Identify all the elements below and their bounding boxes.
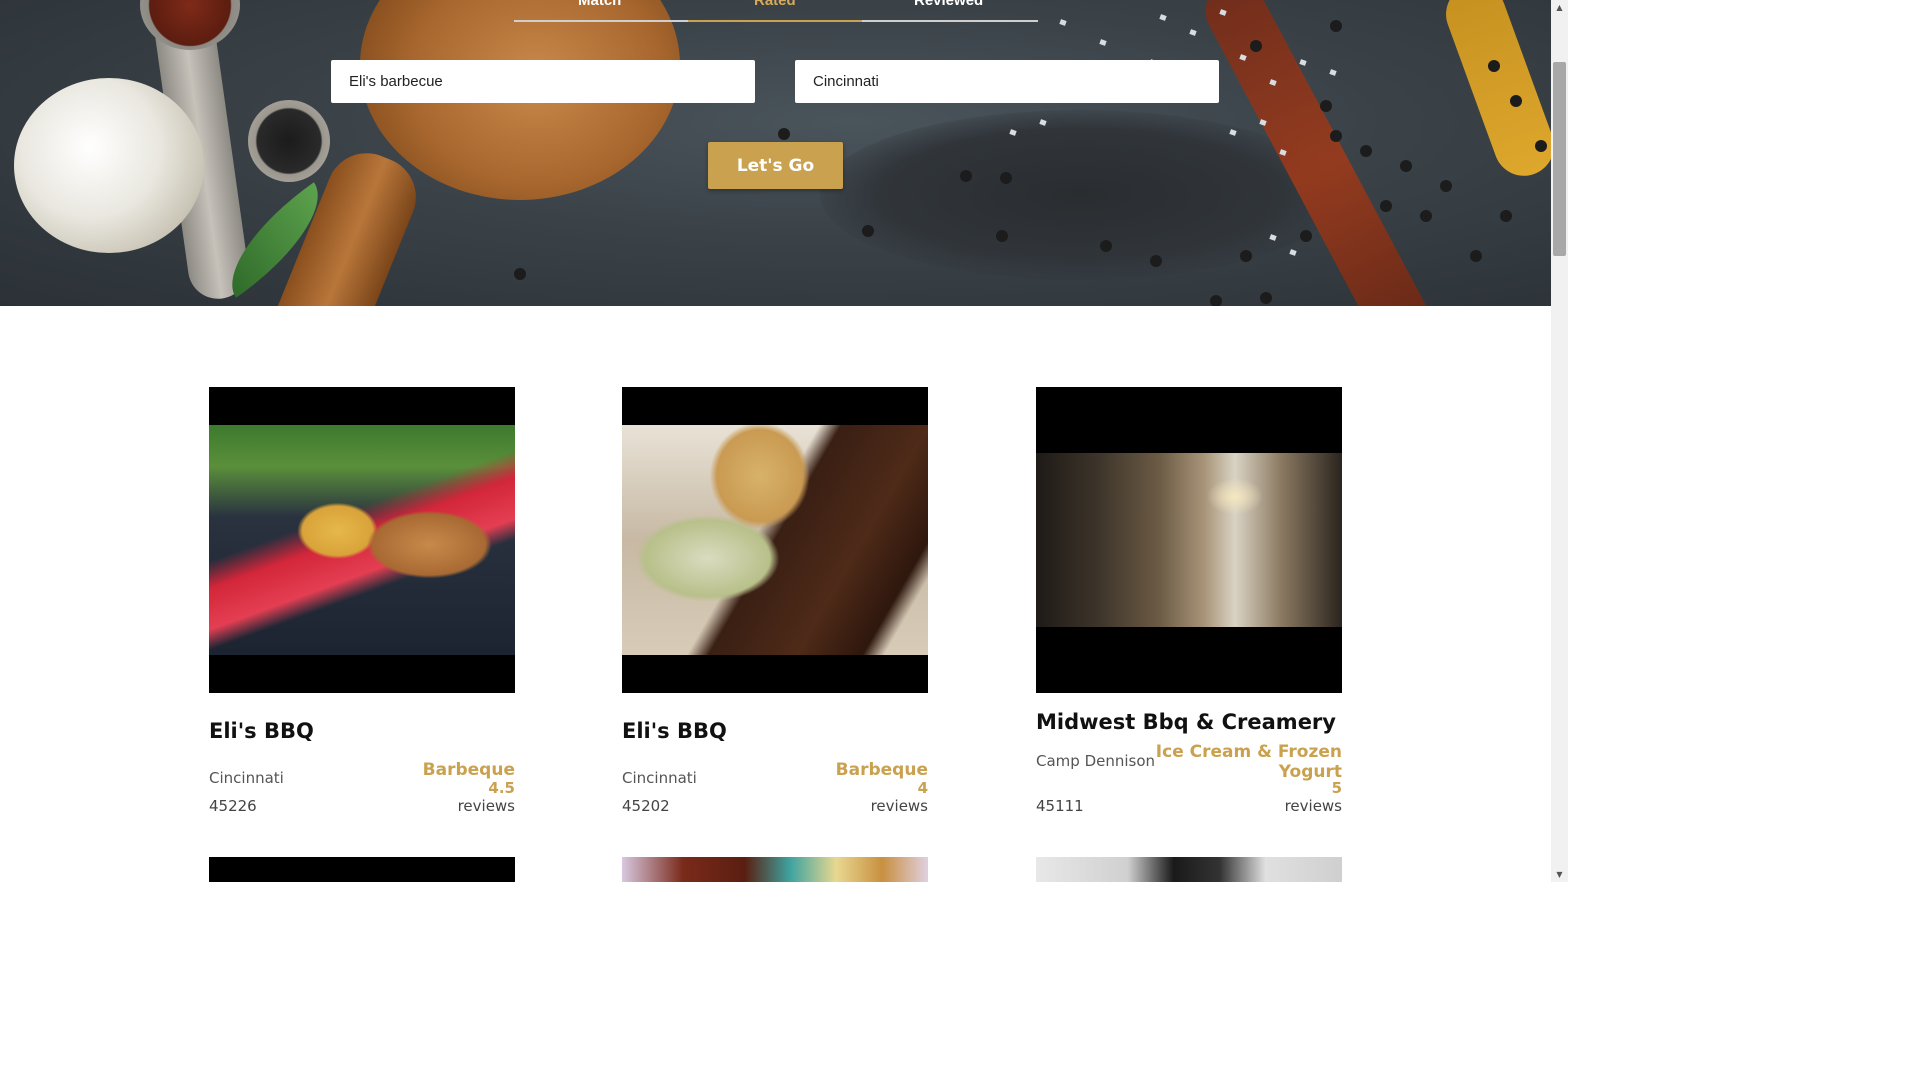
peppercorn: [1330, 130, 1342, 142]
tab-bar: Match Rated Reviewed: [514, 0, 1038, 22]
slate-texture: [820, 110, 1340, 280]
result-photo[interactable]: [1036, 387, 1342, 693]
peppercorn: [1470, 250, 1482, 262]
result-reviews-label: reviews: [870, 797, 928, 815]
result-review-count: 5: [1331, 779, 1342, 797]
peppercorn: [862, 225, 874, 237]
peppercorn: [1150, 255, 1162, 267]
result-card[interactable]: Eli's BBQ Cincinnati 45202 Barbeque 4 re…: [622, 387, 928, 815]
result-name[interactable]: Midwest Bbq & Creamery: [1036, 710, 1336, 734]
salt-flake: [1099, 39, 1107, 46]
peppercorn: [1500, 210, 1512, 222]
peppercorn: [1380, 200, 1392, 212]
result-reviews-label: reviews: [457, 797, 515, 815]
result-photo[interactable]: [622, 387, 928, 693]
salt-flake: [1329, 69, 1337, 76]
result-card[interactable]: [1036, 857, 1342, 882]
food-image: [1036, 857, 1342, 882]
salt-flake: [1189, 29, 1197, 36]
garlic-bulb: [14, 78, 204, 253]
salt-flake: [1289, 249, 1297, 256]
peppercorn: [1400, 160, 1412, 172]
result-photo[interactable]: [209, 387, 515, 693]
scroll-down-arrow-icon[interactable]: ▼: [1551, 867, 1568, 882]
hero-banner: Match Rated Reviewed Let's Go: [0, 0, 1551, 306]
turmeric-stripe: [1437, 0, 1551, 185]
result-review-count: 4: [917, 779, 928, 797]
search-location-input[interactable]: [795, 60, 1219, 103]
peppercorn: [1488, 60, 1500, 72]
search-term-input[interactable]: [331, 60, 755, 103]
result-zip: 45202: [622, 797, 670, 815]
peppercorn: [1100, 240, 1112, 252]
result-category: Ice Cream & Frozen Yogurt: [1155, 742, 1342, 782]
result-review-count: 4.5: [488, 779, 515, 797]
peppercorn: [1210, 295, 1222, 306]
result-card[interactable]: Eli's BBQ Cincinnati 45226 Barbeque 4.5 …: [209, 387, 515, 815]
peppercorn: [1320, 100, 1332, 112]
peppercorn: [996, 230, 1008, 242]
result-name[interactable]: Eli's BBQ: [622, 719, 727, 743]
peppercorn: [1300, 230, 1312, 242]
result-card[interactable]: Midwest Bbq & Creamery Camp Dennison 451…: [1036, 387, 1342, 815]
tab-rated[interactable]: Rated: [754, 0, 796, 9]
peppercorn: [1250, 40, 1262, 52]
peppercorn: [1440, 180, 1452, 192]
peppercorn: [1360, 145, 1372, 157]
peppercorn-spoon: [248, 100, 330, 182]
salt-flake: [1299, 59, 1307, 66]
tab-reviewed[interactable]: Reviewed: [914, 0, 983, 9]
tab-match[interactable]: Match: [578, 0, 621, 9]
page-scrollbar[interactable]: ▲ ▼: [1551, 0, 1568, 882]
peppercorn: [1000, 172, 1012, 184]
result-card[interactable]: [209, 857, 515, 882]
result-zip: 45226: [209, 797, 257, 815]
salt-flake: [1059, 19, 1067, 26]
active-tab-indicator: [688, 20, 862, 22]
measuring-spoon-cup: [140, 0, 240, 50]
peppercorn: [960, 170, 972, 182]
result-reviews-label: reviews: [1284, 797, 1342, 815]
bbq-platter-image: [622, 425, 928, 655]
result-photo[interactable]: [1036, 857, 1342, 882]
salt-flake: [1159, 14, 1167, 21]
ribs-image: [622, 857, 928, 882]
peppercorn: [1240, 250, 1252, 262]
result-card[interactable]: [622, 857, 928, 882]
result-category: Barbeque: [835, 760, 928, 780]
result-name[interactable]: Eli's BBQ: [209, 719, 314, 743]
peppercorn: [1420, 210, 1432, 222]
lets-go-button[interactable]: Let's Go: [708, 142, 843, 189]
peppercorn: [514, 268, 526, 280]
result-photo[interactable]: [209, 857, 515, 882]
scroll-thumb[interactable]: [1553, 62, 1566, 256]
peppercorn: [1260, 292, 1272, 304]
peppercorn: [1535, 140, 1547, 152]
scroll-up-arrow-icon[interactable]: ▲: [1551, 0, 1568, 15]
peppercorn: [1510, 95, 1522, 107]
restaurant-interior-image: [1036, 453, 1342, 627]
peppercorn: [778, 128, 790, 140]
result-category: Barbeque: [422, 760, 515, 780]
result-zip: 45111: [1036, 797, 1084, 815]
bbq-sandwich-image: [209, 425, 515, 655]
peppercorn: [1330, 20, 1342, 32]
result-photo[interactable]: [622, 857, 928, 882]
